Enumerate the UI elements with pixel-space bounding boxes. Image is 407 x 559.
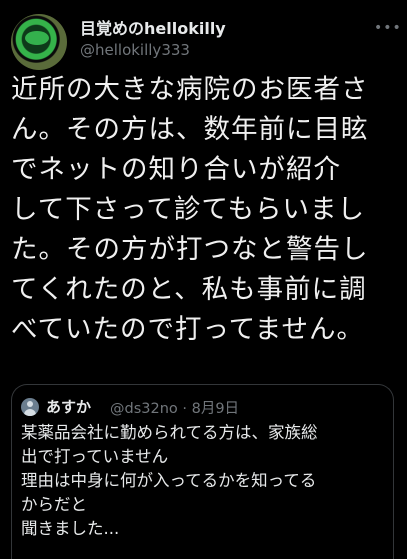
quoted-display-name: あすか <box>46 398 92 416</box>
tweet-text-line: 近所の大きな病院のお医者さ <box>11 74 369 105</box>
quoted-text-line: 出で打っていません <box>21 447 169 466</box>
quoted-avatar <box>21 398 39 416</box>
tweet-text-line: た。その方が打つなと警告し <box>11 234 369 265</box>
more-options-icon[interactable]: ••• <box>374 20 402 36</box>
quoted-text-line: 聞きました... <box>21 519 120 538</box>
quoted-tweet-text: 某薬品会社に勤められてる方は、家族総 出で打っていません 理由は中身に何が入って… <box>21 421 393 541</box>
quoted-text-line: 某薬品会社に勤められてる方は、家族総 <box>21 423 318 442</box>
tweet-text-line: べていたので打ってません。 <box>11 314 364 345</box>
quoted-meta: @ds32no · 8月9日 <box>110 397 239 418</box>
quoted-date: 8月9日 <box>191 401 240 417</box>
user-handle[interactable]: @hellokilly333 <box>80 41 190 59</box>
tweet-text: 近所の大きな病院のお医者さ ん。その方は、数年前に目眩 でネットの知り合いが紹介… <box>11 70 401 350</box>
quoted-text-line: からだと <box>21 495 87 514</box>
tweet-text-line: ん。その方は、数年前に目眩 <box>11 114 369 145</box>
display-name[interactable]: 目覚めのhellokilly <box>80 15 226 39</box>
meta-separator: · <box>182 401 187 417</box>
tweet-text-line: して下さって診てもらいまし <box>11 194 366 225</box>
tweet-text-line: てくれたのと、私も事前に調 <box>11 274 367 305</box>
avatar[interactable] <box>11 14 67 70</box>
tweet-text-line: でネットの知り合いが紹介 <box>11 154 341 185</box>
tweet-header: 目覚めのhellokilly @hellokilly333 ••• <box>0 0 407 70</box>
quoted-tweet[interactable]: あすか @ds32no · 8月9日 某薬品会社に勤められてる方は、家族総 出で… <box>11 384 394 559</box>
quoted-text-line: 理由は中身に何が入ってるかを知ってる <box>21 471 317 490</box>
quoted-handle: @ds32no <box>110 401 178 417</box>
